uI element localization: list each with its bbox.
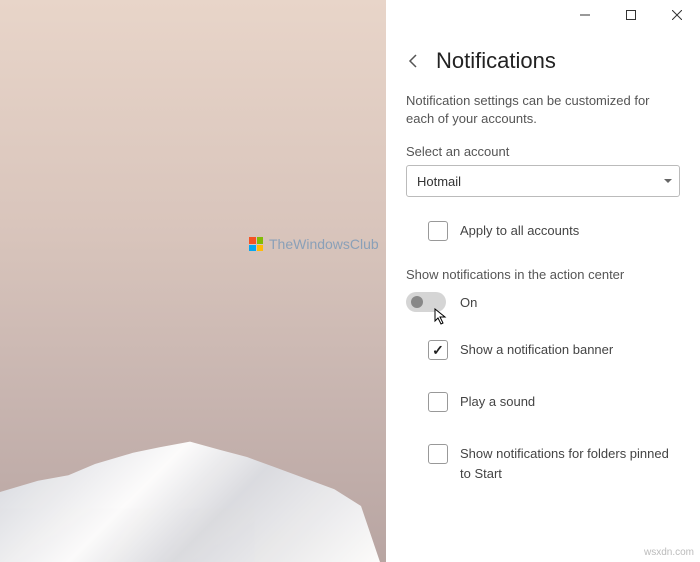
- toggle-knob: [411, 296, 423, 308]
- apply-all-checkbox[interactable]: [428, 221, 448, 241]
- apply-all-label: Apply to all accounts: [460, 221, 579, 241]
- folders-checkbox[interactable]: [428, 444, 448, 464]
- watermark-text: TheWindowsClub: [269, 236, 379, 252]
- banner-checkbox[interactable]: [428, 340, 448, 360]
- minimize-button[interactable]: [562, 0, 608, 30]
- notifications-panel: Notifications Notification settings can …: [386, 30, 700, 562]
- corner-text: wsxdn.com: [644, 547, 694, 558]
- page-title: Notifications: [436, 48, 556, 74]
- sound-label: Play a sound: [460, 392, 535, 412]
- folders-label: Show notifications for folders pinned to…: [460, 444, 680, 484]
- window-titlebar: [562, 0, 700, 30]
- account-select-label: Select an account: [406, 144, 680, 159]
- maximize-button[interactable]: [608, 0, 654, 30]
- action-center-section-label: Show notifications in the action center: [406, 267, 680, 282]
- close-button[interactable]: [654, 0, 700, 30]
- sound-checkbox[interactable]: [428, 392, 448, 412]
- windows-logo-icon: [249, 237, 263, 251]
- action-center-toggle[interactable]: [406, 292, 446, 312]
- toggle-state-label: On: [460, 295, 477, 310]
- page-subtitle: Notification settings can be customized …: [406, 92, 680, 128]
- account-select[interactable]: Hotmail: [406, 165, 680, 197]
- back-icon[interactable]: [406, 53, 422, 69]
- wallpaper-mountain: [0, 422, 380, 562]
- watermark: TheWindowsClub: [249, 236, 379, 252]
- banner-label: Show a notification banner: [460, 340, 613, 360]
